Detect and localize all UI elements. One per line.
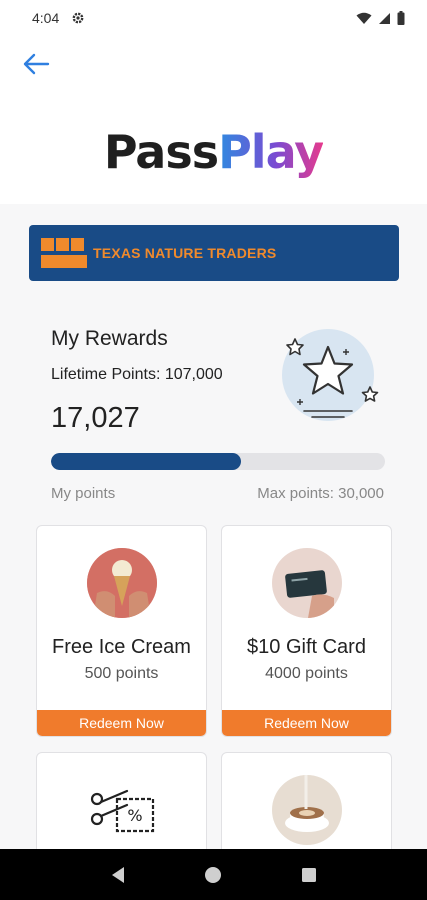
points-progress-bar: [51, 453, 385, 470]
current-points: 17,027: [51, 402, 140, 434]
points-progress-fill: [51, 453, 241, 470]
reward-title: $10 Gift Card: [247, 636, 366, 658]
cell-signal-icon: [379, 12, 390, 24]
max-points-label: Max points: 30,000: [257, 485, 384, 502]
system-nav-bar: [0, 849, 427, 900]
brand-name: TEXAS NATURE TRADERS: [93, 245, 277, 261]
reward-points: 4000 points: [265, 665, 348, 682]
battery-icon: [397, 11, 405, 25]
reward-card-ice-cream[interactable]: Free Ice Cream 500 points Redeem Now: [36, 525, 207, 737]
star-badge-icon: [282, 329, 379, 421]
ice-cream-photo: [86, 548, 157, 618]
triangle-back-icon: [111, 866, 124, 883]
rewards-title: My Rewards: [51, 327, 168, 350]
status-bar: 4:04: [0, 0, 427, 36]
reward-points: 500 points: [84, 665, 159, 682]
square-recents-icon: [302, 867, 317, 882]
logo-text-pass: Pass: [103, 125, 219, 179]
wifi-icon: [356, 12, 372, 24]
circle-home-icon: [205, 866, 222, 883]
reward-card-gift-card[interactable]: $10 Gift Card 4000 points Redeem Now: [221, 525, 392, 737]
reward-title: Free Ice Cream: [52, 636, 191, 658]
app-header: PassPlay: [0, 36, 427, 204]
nav-home-button[interactable]: [193, 855, 233, 895]
lifetime-points: Lifetime Points: 107,000: [51, 366, 223, 383]
texas-nature-traders-logo: [41, 238, 87, 268]
gift-card-photo: [271, 548, 342, 618]
passplay-logo: PassPlay: [0, 122, 427, 182]
nav-back-button[interactable]: [98, 855, 138, 895]
coupon-scissors-icon: %: [87, 775, 157, 845]
logo-text-play: Play: [218, 125, 324, 179]
redeem-button[interactable]: Redeem Now: [37, 710, 206, 736]
coffee-photo: [271, 775, 342, 845]
status-time: 4:04: [32, 10, 60, 26]
my-points-label: My points: [51, 485, 116, 502]
nav-recents-button[interactable]: [289, 855, 329, 895]
brand-banner: TEXAS NATURE TRADERS: [29, 225, 399, 281]
svg-text:%: %: [127, 806, 142, 825]
back-button[interactable]: [20, 50, 52, 78]
arrow-left-icon: [23, 53, 50, 75]
settings-gear-icon: [72, 12, 84, 24]
redeem-button[interactable]: Redeem Now: [222, 710, 391, 736]
